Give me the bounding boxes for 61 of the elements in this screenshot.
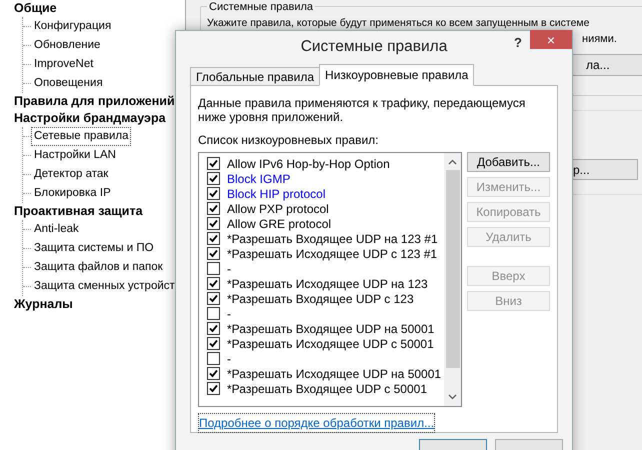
checkbox[interactable] — [207, 157, 220, 170]
group-title: Системные правила — [207, 0, 316, 16]
checkbox[interactable] — [207, 367, 220, 380]
checkbox[interactable] — [207, 172, 220, 185]
rule-label[interactable]: *Разрешать Исходящее UDP с 50001 — [227, 334, 434, 352]
rule-label[interactable]: - — [227, 260, 231, 278]
tab[interactable]: Низкоуровневые правила — [319, 64, 474, 86]
help-button[interactable]: ? — [514, 33, 522, 52]
checkbox[interactable] — [207, 277, 220, 290]
group-description: ниями. — [582, 32, 618, 48]
tree-item[interactable]: ImproveNet — [31, 55, 96, 74]
tree-item[interactable]: Anti-leak — [31, 220, 82, 239]
rule-label[interactable]: *Разрешать Исходящее UDP с 123 #1 — [227, 244, 438, 262]
checkbox[interactable] — [207, 217, 220, 230]
tree-item[interactable]: Оповещения — [31, 74, 106, 93]
rule-label[interactable]: *Разрешать Входящее UDP с 123 — [227, 290, 414, 308]
dialog-title: Системные правила — [300, 37, 448, 58]
rule-label[interactable]: Block HIP protocol — [227, 184, 326, 202]
checkbox[interactable] — [207, 262, 220, 275]
tree-item[interactable]: Детектор атак — [31, 165, 112, 184]
description-text: Данные правила применяются к трафику, передающемуся ниже уровня приложений. — [198, 96, 526, 124]
help-link[interactable]: Подробнее о порядке обработки правил... — [198, 413, 436, 433]
checkbox[interactable] — [207, 322, 220, 335]
scroll-up-icon[interactable] — [448, 159, 457, 165]
rule-label[interactable]: *Разрешать Исходящее UDP на 50001 — [227, 364, 442, 382]
rule-label[interactable]: Allow GRE protocol — [227, 214, 332, 232]
rule-label[interactable]: *Разрешать Входящее UDP на 123 #1 — [227, 230, 438, 248]
list-label: Список низкоуровневых правил: — [198, 132, 380, 149]
checkbox[interactable] — [207, 187, 220, 200]
checkbox[interactable] — [207, 247, 220, 260]
group-description: Укажите правила, которые будут применяться ко всем запущенным в системе — [207, 16, 590, 30]
rule-label[interactable]: - — [227, 304, 231, 322]
checkbox[interactable] — [207, 352, 220, 365]
checkbox[interactable] — [207, 337, 220, 350]
rule-label[interactable]: Allow PXP protocol — [227, 200, 329, 218]
scroll-thumb[interactable] — [446, 170, 460, 368]
checkbox[interactable] — [207, 382, 220, 395]
checkbox[interactable] — [207, 232, 220, 245]
action-button[interactable]: Добавить... — [467, 152, 550, 172]
tree-item[interactable]: Защита файлов и папок — [31, 258, 166, 277]
rule-label[interactable]: *Разрешать Входящее UDP на 50001 — [227, 320, 434, 338]
rule-label[interactable]: *Разрешать Исходящее UDP на 123 — [227, 274, 428, 292]
tree-item[interactable]: Защита сменных устройст — [31, 277, 178, 296]
tab[interactable]: Глобальные правила — [190, 67, 320, 86]
tree-item[interactable]: Блокировка IP — [31, 184, 114, 203]
scroll-down-icon[interactable] — [448, 394, 457, 400]
tree-item[interactable]: Обновление — [31, 36, 104, 55]
checkbox[interactable] — [207, 307, 220, 320]
tree-item[interactable]: Защита системы и ПО — [31, 239, 157, 258]
checkbox[interactable] — [207, 292, 220, 305]
rule-label[interactable]: Block IGMP — [227, 170, 290, 188]
rule-label[interactable]: *Разрешать Входящее UDP с 50001 — [227, 380, 428, 398]
rule-label[interactable]: Allow IPv6 Hop-by-Hop Option — [227, 154, 390, 172]
tree-item[interactable]: Конфигурация — [31, 17, 114, 36]
tree-category[interactable]: Общие — [14, 0, 185, 17]
checkbox[interactable] — [207, 202, 220, 215]
tree-item[interactable]: Настройки LAN — [31, 146, 119, 165]
scrollbar[interactable] — [444, 153, 461, 406]
close-button[interactable]: × — [530, 30, 572, 49]
rule-label[interactable]: - — [227, 350, 231, 368]
tree-item[interactable]: Сетевые правила — [31, 127, 132, 146]
